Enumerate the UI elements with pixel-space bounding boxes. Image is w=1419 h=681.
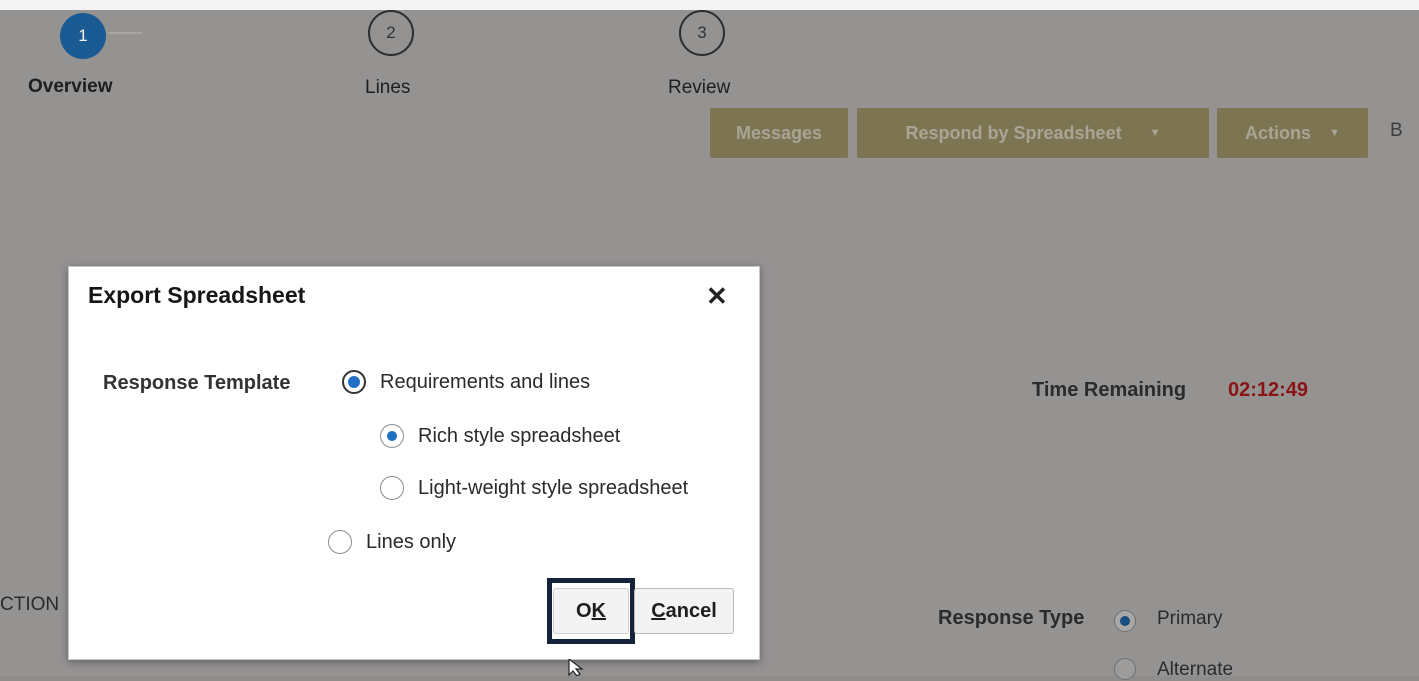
step-2-circle[interactable]: 2: [368, 10, 414, 56]
response-type-alternate-label: Alternate: [1157, 659, 1234, 680]
option-lines-only[interactable]: Lines only: [328, 530, 456, 554]
cancel-access-key: C: [651, 599, 666, 622]
actions-label: Actions: [1245, 122, 1312, 143]
respond-by-spreadsheet-button[interactable]: Respond by Spreadsheet ▼: [857, 108, 1209, 158]
time-remaining-value: 02:12:49: [1228, 379, 1309, 401]
option-lines-only-label: Lines only: [366, 530, 457, 553]
radio-lines-only[interactable]: [328, 530, 352, 554]
option-rich-style[interactable]: Rich style spreadsheet: [380, 424, 620, 448]
train-connector: [108, 32, 142, 34]
radio-rich-style[interactable]: [380, 424, 404, 448]
ok-label: OK: [575, 599, 606, 622]
chevron-down-icon: ▼: [1149, 127, 1161, 139]
step-1-number: 1: [78, 26, 88, 45]
chevron-down-icon: ▼: [1329, 127, 1340, 139]
step-3-number: 3: [697, 23, 707, 42]
respond-label: Respond by Spreadsheet: [905, 122, 1122, 143]
option-light-weight-style[interactable]: Light-weight style spreadsheet: [380, 476, 688, 500]
export-spreadsheet-dialog: Export Spreadsheet ✕ Response Template R…: [68, 266, 760, 660]
toolbar-cut-button[interactable]: B: [1390, 120, 1403, 142]
ok-button[interactable]: OK: [553, 588, 629, 634]
option-light-label: Light-weight style spreadsheet: [418, 476, 689, 499]
actions-button[interactable]: Actions ▼: [1217, 108, 1368, 158]
step-3-label[interactable]: Review: [668, 77, 730, 99]
dialog-title: Export Spreadsheet: [88, 282, 306, 308]
cancel-label: Cancel: [651, 599, 717, 622]
messages-label: Messages: [735, 122, 823, 143]
close-icon[interactable]: ✕: [706, 281, 728, 312]
step-1-label[interactable]: Overview: [28, 76, 113, 98]
step-2-label[interactable]: Lines: [365, 77, 410, 99]
radio-light-weight-style[interactable]: [380, 476, 404, 500]
step-3-circle[interactable]: 3: [679, 10, 725, 56]
option-rich-label: Rich style spreadsheet: [418, 424, 621, 447]
time-remaining-label: Time Remaining: [1032, 379, 1187, 401]
response-type-alternate-radio[interactable]: [1114, 658, 1136, 680]
messages-button[interactable]: Messages: [710, 108, 848, 158]
mouse-cursor-icon: [568, 659, 584, 676]
ok-access-key: K: [591, 599, 606, 622]
option-requirements-label: Requirements and lines: [380, 370, 591, 393]
step-2-number: 2: [386, 23, 396, 42]
top-strip: [0, 0, 1419, 10]
section-heading-fragment: CTION: [0, 594, 60, 615]
radio-requirements-and-lines[interactable]: [342, 370, 366, 394]
step-1-circle[interactable]: 1: [60, 13, 106, 59]
response-type-label: Response Type: [938, 607, 1085, 629]
option-requirements-and-lines[interactable]: Requirements and lines: [342, 370, 590, 394]
cancel-button[interactable]: Cancel: [634, 588, 734, 634]
response-type-primary-radio[interactable]: [1114, 610, 1136, 632]
response-template-label: Response Template: [103, 372, 291, 394]
response-type-primary-label: Primary: [1157, 608, 1223, 629]
